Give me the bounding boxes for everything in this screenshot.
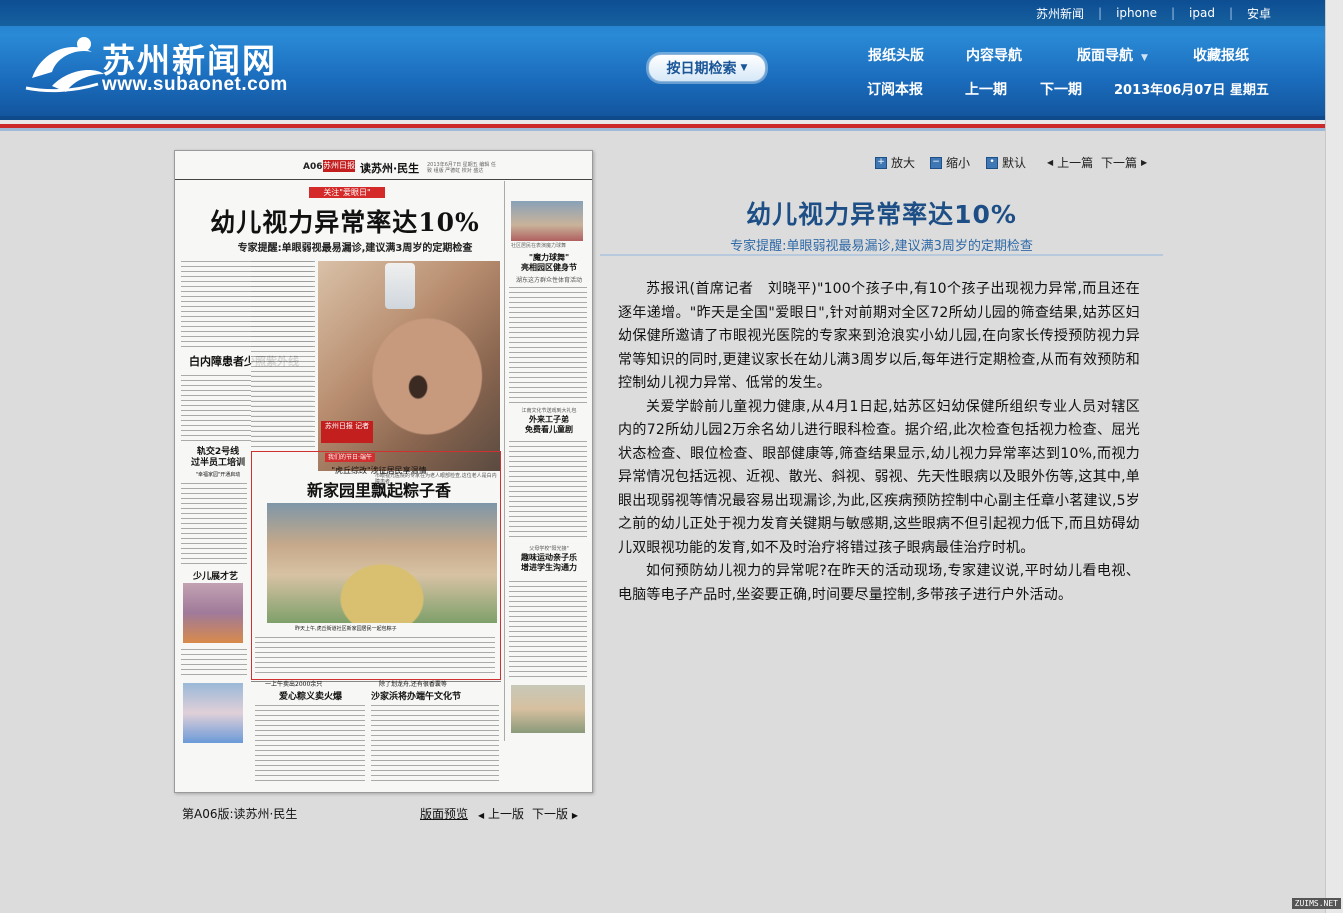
paper-photo-caption: 昨天上午,虎丘街道社区新家园居民一起包粽子 xyxy=(295,626,397,632)
zoom-in-button[interactable]: + 放大 xyxy=(875,154,915,171)
nav-subscribe[interactable]: 订阅本报 xyxy=(867,79,923,99)
text-column xyxy=(509,285,587,405)
minus-icon: − xyxy=(930,156,942,169)
nav-next-issue[interactable]: 下一期 xyxy=(1040,79,1082,99)
chevron-down-icon: ▼ xyxy=(740,63,748,73)
nav-layout[interactable]: 版面导航 ▼ xyxy=(1077,45,1148,65)
paper-side-headline[interactable]: 趣味运动亲子乐 增进学生沟通力 xyxy=(507,553,591,573)
reset-icon: • xyxy=(986,156,998,169)
paper-meta: 2013年6月7日 星期五 编辑 任致 组版 严德虹 校对 盛达 xyxy=(427,162,496,174)
article-body: 苏报讯(首席记者 刘晓平)"100个孩子中,有10个孩子出现视力异常,而且还在逐… xyxy=(618,278,1140,607)
plus-icon: + xyxy=(875,156,887,169)
paper-page-code: A06 xyxy=(303,162,323,172)
zoom-default-button[interactable]: • 默认 xyxy=(986,154,1026,171)
paper-stamp: 苏州日报 记者 xyxy=(321,421,373,443)
paper-feature-kicker: "虎丘综改"涉征居民享温情 xyxy=(331,466,427,475)
top-link-ipad[interactable]: ipad xyxy=(1175,6,1229,20)
paper-section: 读苏州·民生 xyxy=(360,162,420,175)
paper-tag: 关注"爱眼日" xyxy=(309,187,385,198)
prev-article-button[interactable]: ◀ 上一篇 xyxy=(1047,154,1093,171)
paper-photo xyxy=(183,583,243,643)
text-column xyxy=(181,647,247,679)
text-column xyxy=(181,481,247,567)
nav-content[interactable]: 内容导航 xyxy=(966,45,1022,65)
chevron-down-icon: ▼ xyxy=(1141,53,1148,63)
paper-headline[interactable]: 幼儿视力异常率达10% xyxy=(195,203,495,239)
site-url[interactable]: www.subaonet.com xyxy=(102,74,288,96)
triangle-left-icon: ◀ xyxy=(1047,158,1054,167)
paper-logo: 苏州日报 xyxy=(323,160,355,172)
page-label: 第A06版:读苏州·民生 xyxy=(182,807,298,821)
paper-side-headline[interactable]: 外来工子弟 免费看儿童剧 xyxy=(507,415,591,435)
paper-photo-zongzi xyxy=(267,503,497,623)
prev-page-button[interactable]: ◀ 上一版 xyxy=(478,805,524,822)
next-article-button[interactable]: 下一篇 ▶ xyxy=(1101,154,1147,171)
nav-layout-label: 版面导航 xyxy=(1077,48,1133,64)
newspaper-page-image[interactable]: A06 苏州日报 读苏州·民生 2013年6月7日 星期五 编辑 任致 组版 严… xyxy=(174,150,593,793)
triangle-right-icon: ▶ xyxy=(571,811,578,820)
next-page-button[interactable]: 下一版 ▶ xyxy=(532,805,578,822)
next-article-label: 下一篇 xyxy=(1101,156,1138,170)
paper-photo-dance xyxy=(511,201,583,241)
nav-prev-issue[interactable]: 上一期 xyxy=(965,79,1007,99)
paper-subhead-kicker: 除了划龙舟,还有很香囊等 xyxy=(379,681,447,688)
zoom-in-label: 放大 xyxy=(891,156,916,170)
divider xyxy=(504,181,505,741)
paper-photo-caption: 社区居民在表演魔力球舞 xyxy=(511,243,567,249)
paper-side-sub: 湖东这方群众性体育活动 xyxy=(515,277,582,284)
top-links: 苏州新闻 | iphone | ipad | 安卓 xyxy=(1022,0,1285,26)
text-column xyxy=(251,259,315,449)
nav-favorites[interactable]: 收藏报纸 xyxy=(1193,45,1249,65)
paper-subhead-kicker: 一上午卖出2000余只 xyxy=(265,681,323,688)
paper-masthead: A06 苏州日报 读苏州·民生 2013年6月7日 星期五 编辑 任致 组版 严… xyxy=(175,159,592,180)
divider xyxy=(600,254,1163,256)
top-link-suzhou-news[interactable]: 苏州新闻 xyxy=(1022,5,1098,22)
paper-side-kicker: 江南文化节送戏到大礼包 xyxy=(521,408,577,414)
zoom-default-label: 默认 xyxy=(1002,156,1027,170)
site-header: 苏州新闻 | iphone | ipad | 安卓 苏州新闻网 www.suba… xyxy=(0,0,1343,116)
triangle-right-icon: ▶ xyxy=(1141,158,1148,167)
paper-subhead[interactable]: 沙家浜将办端午文化节 xyxy=(371,689,461,702)
paper-photo xyxy=(511,685,585,733)
paper-feature-banner: 我们的节日·端午 xyxy=(325,453,375,462)
paper-feature-headline[interactable]: 新家园里飘起粽子香 xyxy=(261,477,497,501)
scrollbar[interactable] xyxy=(1325,0,1343,913)
triangle-left-icon: ◀ xyxy=(478,811,485,820)
paper-deck: 专家提醒:单眼弱视最易漏诊,建议满3周岁的定期检查 xyxy=(237,243,473,254)
paper-subhead[interactable]: 少儿展才艺 xyxy=(193,569,238,582)
article-subtitle: 专家提醒:单眼弱视最易漏诊,建议满3周岁的定期检查 xyxy=(730,239,1033,254)
paper-side-headline[interactable]: "魔力球舞" 亮相园区健身节 xyxy=(507,253,591,273)
prev-article-label: 上一篇 xyxy=(1057,156,1094,170)
zoom-out-label: 缩小 xyxy=(946,156,971,170)
prev-page-label: 上一版 xyxy=(487,807,524,821)
paper-photo-detail xyxy=(385,263,415,309)
date-search-label: 按日期检索 xyxy=(666,61,737,77)
top-link-iphone[interactable]: iphone xyxy=(1102,6,1171,20)
paper-subhead-sub: "幸福家园"开通启动 xyxy=(195,472,241,478)
top-bar: 苏州新闻 | iphone | ipad | 安卓 xyxy=(0,0,1343,26)
watermark: ZUIMS.NET xyxy=(1291,898,1341,909)
paper-photo xyxy=(183,683,243,743)
top-link-android[interactable]: 安卓 xyxy=(1233,5,1285,22)
text-column xyxy=(371,703,499,783)
text-column xyxy=(255,635,495,675)
text-column xyxy=(255,703,365,783)
divider xyxy=(0,128,1343,131)
article-title: 幼儿视力异常率达10% xyxy=(746,200,1017,229)
zoom-out-button[interactable]: − 缩小 xyxy=(930,154,970,171)
text-column xyxy=(509,579,587,679)
article-paragraph: 如何预防幼儿视力的异常呢?在昨天的活动现场,专家建议说,平时幼儿看电视、电脑等电… xyxy=(618,563,1140,603)
paper-subhead[interactable]: 轨交2号线 过半员工培训 xyxy=(185,447,251,469)
next-page-label: 下一版 xyxy=(532,807,569,821)
issue-date: 2013年06月07日 星期五 xyxy=(1114,83,1269,98)
article-paragraph: 关爱学龄前儿童视力健康,从4月1日起,姑苏区妇幼保健所组织专业人员对辖区内的72… xyxy=(618,398,1140,556)
nav-front-page[interactable]: 报纸头版 xyxy=(868,45,924,65)
paper-subhead[interactable]: 爱心粽义卖火爆 xyxy=(279,689,342,702)
date-search-dropdown[interactable]: 按日期检索 ▼ xyxy=(648,54,766,82)
article-paragraph: 苏报讯(首席记者 刘晓平)"100个孩子中,有10个孩子出现视力异常,而且还在逐… xyxy=(618,281,1140,391)
page-preview-link[interactable]: 版面预览 xyxy=(420,805,468,822)
paper-side-kicker: 父母学校"阳光接" xyxy=(529,546,569,552)
text-column xyxy=(509,439,587,539)
